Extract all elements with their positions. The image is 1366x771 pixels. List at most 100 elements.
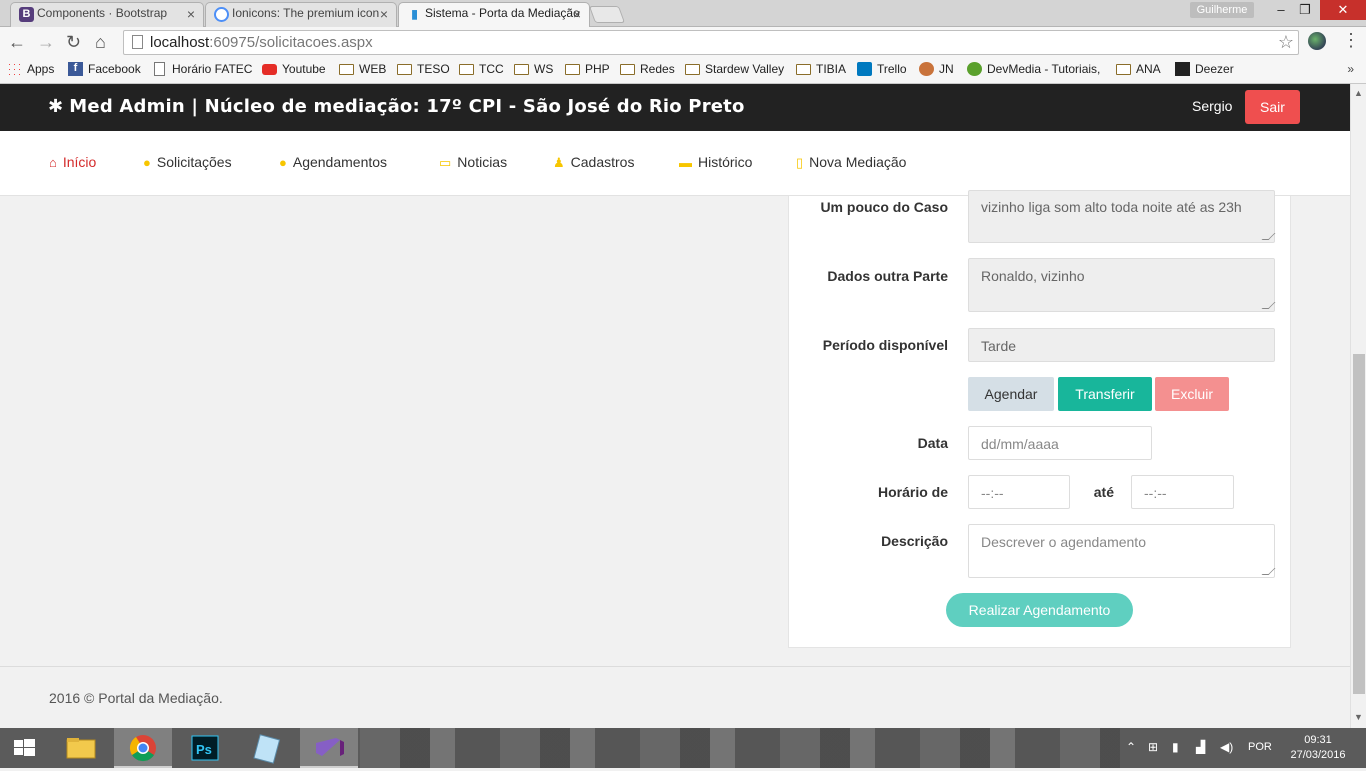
windows-start-button[interactable] [0, 728, 48, 768]
tab-title: Components · Bootstrap [37, 6, 168, 20]
periodo-value: Tarde [981, 338, 1017, 354]
tray-signal-icon[interactable]: ▟ [1196, 740, 1205, 754]
scroll-down-arrow-icon[interactable]: ▼ [1354, 712, 1363, 722]
tray-language[interactable]: POR [1248, 741, 1272, 753]
file-explorer-icon[interactable] [52, 728, 110, 768]
bookmark-ana[interactable]: ANA [1116, 62, 1161, 76]
home-icon[interactable]: ⌂ [95, 32, 106, 52]
more-bookmarks-icon[interactable]: » [1347, 62, 1354, 76]
bookmark-devmedia[interactable]: DevMedia - Tutoriais, [967, 62, 1100, 76]
youtube-icon [262, 64, 277, 75]
close-tab-icon[interactable]: × [380, 6, 388, 22]
bookmark-trello[interactable]: Trello [857, 62, 907, 76]
agendar-button[interactable]: Agendar [968, 377, 1054, 411]
nav-item-noticias[interactable]: ▭ Noticias [439, 154, 507, 171]
logout-button[interactable]: Sair [1245, 90, 1300, 124]
folder-icon [514, 64, 529, 75]
folder-icon: ▬ [679, 155, 692, 170]
windows-taskbar: Ps ⌃ ⊞ ▮ ▟ ◀) POR 09:31 27/03/2016 [0, 728, 1366, 768]
forward-arrow-icon[interactable]: → [37, 32, 55, 52]
nav-item-cadastros[interactable]: ♟ Cadastros [553, 154, 634, 171]
bookmark-web[interactable]: WEB [339, 62, 386, 76]
browser-tab-sistema[interactable]: ▮ Sistema - Porta da Mediação × [398, 2, 590, 28]
bookmark-star-icon[interactable]: ☆ [1278, 31, 1294, 54]
bookmark-apps[interactable]: Apps [7, 62, 54, 76]
nav-label: Histórico [698, 154, 753, 170]
close-tab-icon[interactable]: × [573, 6, 581, 22]
outra-parte-textarea[interactable]: Ronaldo, vizinho [968, 258, 1276, 312]
browser-tab-ionicons[interactable]: Ionicons: The premium icon × [205, 2, 397, 27]
scroll-up-arrow-icon[interactable]: ▲ [1354, 88, 1363, 98]
photoshop-icon[interactable]: Ps [176, 728, 234, 768]
window-close-icon[interactable]: ✕ [1320, 0, 1366, 20]
bookmark-jn[interactable]: JN [919, 62, 954, 76]
taskbar-wallpaper [360, 728, 1120, 768]
tray-volume-icon[interactable]: ◀) [1220, 740, 1233, 754]
ionicons-favicon-icon [214, 7, 229, 22]
nav-item-historico[interactable]: ▬ Histórico [679, 154, 752, 170]
tray-battery-icon[interactable]: ▮ [1172, 740, 1179, 754]
profile-badge[interactable]: Guilherme [1190, 2, 1254, 18]
current-user: Sergio [1192, 98, 1233, 114]
notepad-icon[interactable] [238, 728, 296, 768]
extension-icon[interactable] [1308, 32, 1326, 50]
bookmark-stardew-valley[interactable]: Stardew Valley [685, 62, 784, 76]
bookmark-tcc[interactable]: TCC [459, 62, 504, 76]
new-tab-button[interactable] [588, 6, 626, 23]
bookmark-horario-fatec[interactable]: Horário FATEC [152, 62, 252, 76]
tray-clock[interactable]: 09:31 27/03/2016 [1286, 733, 1350, 763]
outra-parte-label: Dados outra Parte [827, 268, 948, 284]
bookmark-teso[interactable]: TESO [397, 62, 450, 76]
reload-icon[interactable]: ↻ [66, 32, 81, 52]
page-icon [154, 62, 165, 76]
circle-icon: ● [143, 155, 151, 170]
bookmark-php[interactable]: PHP [565, 62, 610, 76]
nav-label: Início [62, 154, 97, 170]
address-bar[interactable]: localhost:60975/solicitacoes.aspx ☆ [123, 30, 1299, 55]
bookmark-youtube[interactable]: Youtube [262, 62, 326, 76]
apps-grid-icon [7, 62, 22, 76]
data-input[interactable]: dd/mm/aaaa [968, 426, 1152, 460]
horario-ate-input[interactable]: --:-- [1131, 475, 1234, 509]
nav-item-solicitacoes[interactable]: ● Solicitações [143, 154, 232, 170]
folder-icon [620, 64, 635, 75]
visual-studio-icon[interactable] [300, 728, 358, 768]
main-content: Um pouco do Caso vizinho liga som alto t… [0, 190, 1350, 666]
back-arrow-icon[interactable]: ← [8, 32, 26, 52]
nav-item-inicio[interactable]: ⌂ Início [49, 154, 96, 170]
bookmark-redes[interactable]: Redes [620, 62, 675, 76]
resize-grip-icon[interactable] [1261, 233, 1276, 240]
scroll-thumb[interactable] [1353, 354, 1365, 694]
nav-label: Cadastros [570, 154, 635, 170]
bootstrap-favicon-icon: B [19, 7, 34, 22]
calendar-icon: ▭ [439, 155, 452, 170]
browser-tab-bootstrap[interactable]: B Components · Bootstrap × [10, 2, 204, 27]
bookmark-facebook[interactable]: f Facebook [68, 62, 141, 76]
resize-grip-icon[interactable] [1261, 302, 1276, 309]
url-host: localhost [150, 34, 210, 51]
realizar-agendamento-button[interactable]: Realizar Agendamento [946, 593, 1133, 627]
resize-grip-icon[interactable] [1261, 568, 1276, 575]
tray-chevron-up-icon[interactable]: ⌃ [1126, 740, 1136, 754]
close-tab-icon[interactable]: × [187, 6, 195, 22]
page-scrollbar[interactable]: ▲ ▼ [1350, 84, 1366, 728]
excluir-button[interactable]: Excluir [1155, 377, 1229, 411]
caso-textarea[interactable]: vizinho liga som alto toda noite até as … [968, 190, 1276, 243]
brand-title[interactable]: ✱ Med Admin | Núcleo de mediação: 17º CPI… [48, 96, 745, 117]
jn-icon [919, 62, 934, 76]
bar-chart-favicon-icon: ▮ [411, 7, 418, 21]
periodo-field[interactable]: Tarde [968, 328, 1275, 362]
nav-item-agendamentos[interactable]: ● Agendamentos [279, 154, 387, 170]
nav-item-nova-mediacao[interactable]: ▯ Nova Mediação [796, 154, 906, 171]
tray-windows-icon[interactable]: ⊞ [1148, 740, 1158, 754]
chrome-icon[interactable] [114, 728, 172, 768]
bookmark-ws[interactable]: WS [514, 62, 553, 76]
bookmark-tibia[interactable]: TIBIA [796, 62, 846, 76]
chrome-menu-icon[interactable]: ⋮ [1342, 30, 1360, 51]
devmedia-icon [967, 62, 982, 76]
descricao-textarea[interactable]: Descrever o agendamento [968, 524, 1276, 578]
periodo-label: Período disponível [822, 337, 948, 353]
transferir-button[interactable]: Transferir [1058, 377, 1152, 411]
restore-icon[interactable]: ❐ [1288, 0, 1322, 20]
bookmark-deezer[interactable]: Deezer [1175, 62, 1234, 76]
